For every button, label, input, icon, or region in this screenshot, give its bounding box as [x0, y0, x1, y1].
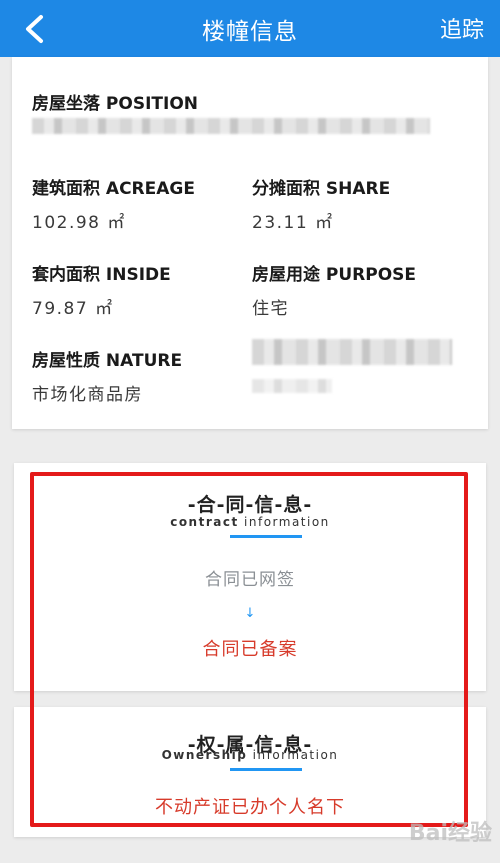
inside-value: 79.87 ㎡ [32, 299, 114, 319]
watermark: Bai经验 [408, 821, 492, 846]
redacted-field-value [252, 379, 332, 393]
acreage-label: 建筑面积 ACREAGE [32, 179, 195, 199]
acreage-value: 102.98 ㎡ [32, 213, 126, 233]
inside-label: 套内面积 INSIDE [32, 265, 171, 285]
position-field: 房屋坐落 POSITION [32, 89, 198, 114]
inside-field: 套内面积 INSIDE 79.87 ㎡ [32, 260, 171, 319]
nature-label: 房屋性质 NATURE [32, 351, 183, 371]
track-button[interactable]: 追踪 [440, 12, 484, 44]
top-nav-bar: 楼幢信息 追踪 [0, 0, 500, 57]
page: 楼幢信息 追踪 房屋坐落 POSITION 建筑面积 ACREAGE 102.9… [0, 0, 500, 863]
share-value: 23.11 ㎡ [252, 213, 334, 233]
redacted-field-label [252, 339, 452, 365]
purpose-field: 房屋用途 PURPOSE 住宅 [252, 260, 416, 319]
share-field: 分摊面积 SHARE 23.11 ㎡ [252, 174, 390, 233]
nature-value: 市场化商品房 [32, 385, 143, 405]
share-label: 分摊面积 SHARE [252, 179, 391, 199]
redacted-address [32, 118, 430, 134]
purpose-label: 房屋用途 PURPOSE [252, 265, 417, 285]
property-info-card: 房屋坐落 POSITION 建筑面积 ACREAGE 102.98 ㎡ 分摊面积… [12, 57, 488, 429]
purpose-value: 住宅 [252, 299, 289, 319]
nature-field: 房屋性质 NATURE 市场化商品房 [32, 346, 182, 405]
highlight-box [30, 472, 468, 827]
position-label: 房屋坐落 POSITION [32, 94, 198, 114]
page-title: 楼幢信息 [202, 19, 298, 45]
acreage-field: 建筑面积 ACREAGE 102.98 ㎡ [32, 174, 195, 233]
